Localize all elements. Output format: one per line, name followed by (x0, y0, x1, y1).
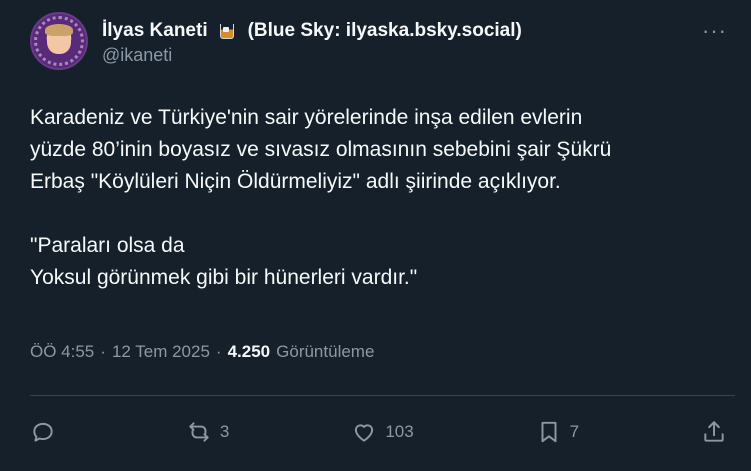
author-names: İlyas Kaneti (Blue Sky: ilyaska.bsky.soc… (102, 20, 522, 66)
views-label: Görüntüleme (276, 342, 375, 361)
name-row: İlyas Kaneti (Blue Sky: ilyaska.bsky.soc… (102, 20, 522, 42)
repost-count: 3 (219, 422, 230, 441)
tweet-header: İlyas Kaneti (Blue Sky: ilyaska.bsky.soc… (30, 12, 731, 74)
bookmark-button[interactable]: 7 (536, 419, 579, 445)
tweet-meta: ÖÖ 4:55 · 12 Tem 2025 · 4.250 Görüntülem… (30, 342, 374, 362)
avatar[interactable] (30, 12, 88, 70)
like-button[interactable]: 103 (351, 419, 414, 445)
tweet: İlyas Kaneti (Blue Sky: ilyaska.bsky.soc… (0, 0, 751, 471)
share-icon (704, 421, 724, 442)
avatar-hair (45, 24, 73, 36)
tweet-date[interactable]: 12 Tem 2025 (112, 342, 210, 362)
name-suffix[interactable]: (Blue Sky: ilyaska.bsky.social) (248, 20, 522, 42)
tumbler-glass-icon (218, 22, 236, 40)
bookmark-icon (541, 421, 557, 443)
heart-icon (355, 424, 374, 442)
share-button[interactable] (701, 419, 735, 445)
more-options-icon[interactable]: ··· (702, 20, 727, 42)
reply-icon (33, 422, 53, 442)
repost-icon (189, 422, 209, 442)
meta-separator: · (215, 342, 222, 361)
tweet-text: Karadeniz ve Türkiye'nin sair yörelerind… (30, 106, 612, 289)
reply-button[interactable] (30, 419, 64, 445)
avatar-face (45, 24, 73, 54)
divider (30, 395, 735, 396)
bookmark-count: 7 (569, 422, 580, 441)
display-name[interactable]: İlyas Kaneti (102, 20, 208, 42)
tweet-time[interactable]: ÖÖ 4:55 (30, 342, 94, 362)
author-handle[interactable]: @ikaneti (102, 45, 522, 66)
repost-button[interactable]: 3 (186, 419, 229, 445)
meta-separator: · (100, 342, 106, 361)
action-bar: 3 103 7 (30, 412, 735, 452)
like-count: 103 (385, 422, 414, 441)
views-count: 4.250 (227, 342, 271, 361)
